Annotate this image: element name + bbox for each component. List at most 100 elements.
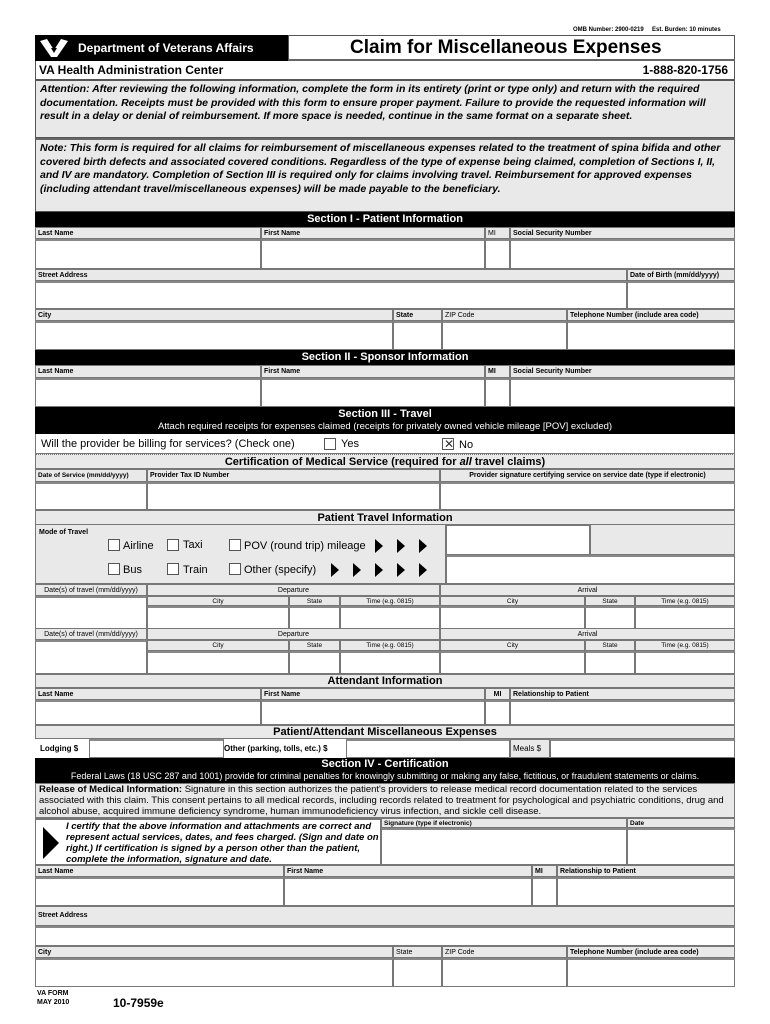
s2-last-name-label: Last Name [35,365,261,378]
certify-text: I certify that the above information and… [66,821,379,865]
s4-zip-field[interactable] [442,958,567,987]
trip2-dep-state-field[interactable] [289,651,340,674]
section4-title: Section IV - Certification [321,758,449,770]
center-name: VA Health Administration Center [39,63,224,77]
att-first-name-field[interactable] [261,700,485,725]
trip2-dep-state-label: State [289,640,340,651]
trip2-arr-time-field[interactable] [635,651,735,674]
cert-title-emphasis: all [459,456,472,468]
mode-bus-label: Bus [123,564,142,576]
trip2-dep-city-field[interactable] [147,651,289,674]
trip2-arr-state-field[interactable] [585,651,635,674]
s1-zip-field[interactable] [442,321,567,350]
cert-medical-service-header: Certification of Medical Service (requir… [35,454,735,469]
pov-mileage-field[interactable] [446,525,590,555]
s4-mi-label: MI [532,865,557,877]
s4-last-name-field[interactable] [35,877,284,906]
other-specify-field[interactable] [446,555,735,584]
trip2-arr-time-label: Time (e.g. 0815) [635,640,735,651]
trip1-arr-city-label: City [440,596,585,606]
s1-phone-field[interactable] [567,321,735,350]
s1-state-field[interactable] [393,321,442,350]
billing-no-checkbox[interactable] [442,437,455,451]
mode-airline-label: Airline [123,540,154,552]
footer-form-number: 10-7959e [113,996,164,1010]
s1-last-name-field[interactable] [35,239,261,269]
va-logo-icon [40,39,68,57]
section3-header: Section III - Travel Attach required rec… [35,407,735,434]
s1-dob-field[interactable] [627,281,735,309]
s4-city-field[interactable] [35,958,393,987]
trip2-arr-city-label: City [440,640,585,651]
mode-train-checkbox[interactable] [167,563,179,575]
trip1-departure-label: Departure [147,584,440,596]
provider-signature-field[interactable] [440,482,735,510]
mode-train-label: Train [183,564,208,576]
s4-relationship-field[interactable] [557,877,735,906]
att-relationship-field[interactable] [510,700,735,725]
att-last-name-field[interactable] [35,700,261,725]
mode-other-label: Other (specify) [244,564,317,576]
pov-arrow-icon [419,539,427,553]
s4-relationship-label: Relationship to Patient [557,865,735,877]
trip2-dep-time-field[interactable] [340,651,440,674]
form-title-box: Claim for Miscellaneous Expenses [288,35,735,61]
trip1-dep-city-label: City [147,596,289,606]
date-of-service-field[interactable] [35,482,147,510]
trip1-arr-time-label: Time (e.g. 0815) [635,596,735,606]
mode-pov-label: POV (round trip) mileage [244,540,366,552]
s2-mi-field[interactable] [485,378,510,407]
s4-phone-field[interactable] [567,958,735,987]
patient-travel-info-header: Patient Travel Information [35,510,735,525]
mode-taxi-checkbox[interactable] [167,539,179,551]
att-mi-field[interactable] [485,700,510,725]
s4-phone-label: Telephone Number (include area code) [567,946,735,958]
s1-first-name-field[interactable] [261,239,485,269]
meals-field[interactable] [550,739,735,758]
s4-state-field[interactable] [393,958,442,987]
mode-taxi-label: Taxi [183,539,203,551]
center-phone: 1-888-820-1756 [642,63,728,77]
s2-first-name-field[interactable] [261,378,485,407]
trip2-date-label: Date(s) of travel (mm/dd/yyyy) [35,628,147,640]
agency-banner: Department of Veterans Affairs [35,35,288,61]
att-last-name-label: Last Name [35,688,261,700]
mode-of-travel-label: Mode of Travel [39,529,89,536]
s4-mi-field[interactable] [532,877,557,906]
other-arrow-icon [397,563,405,577]
section3-title: Section III - Travel [338,408,432,420]
lodging-field[interactable] [89,739,224,758]
trip2-arr-city-field[interactable] [440,651,585,674]
signature-field[interactable] [381,828,627,865]
cert-title-pre: Certification of Medical Service (requir… [224,456,460,468]
s2-last-name-field[interactable] [35,378,261,407]
cert-date-field[interactable] [627,828,735,865]
s4-street-field[interactable] [35,926,735,946]
pov-arrow-icon [375,539,383,553]
s4-first-name-field[interactable] [284,877,532,906]
mode-bus-checkbox[interactable] [108,563,120,575]
s2-ssn-field[interactable] [510,378,735,407]
s1-ssn-field[interactable] [510,239,735,269]
pov-arrow-icon [397,539,405,553]
trip1-arr-state-label: State [585,596,635,606]
misc-expenses-header: Patient/Attendant Miscellaneous Expenses [35,725,735,739]
s1-mi-field[interactable] [485,239,510,269]
pov-mileage-extra [590,525,735,555]
other-expenses-field[interactable] [346,739,510,758]
att-first-name-label: First Name [261,688,485,700]
mode-pov-checkbox[interactable] [229,539,241,551]
s4-street-label: Street Address [35,906,735,926]
center-row: VA Health Administration Center 1-888-82… [35,61,735,80]
s1-city-field[interactable] [35,321,393,350]
trip2-date-field[interactable] [35,640,147,674]
cert-title-post: travel claims) [471,456,546,468]
section1-header: Section I - Patient Information [35,212,735,227]
mode-other-checkbox[interactable] [229,563,241,575]
mode-airline-checkbox[interactable] [108,539,120,551]
provider-signature-label: Provider signature certifying service on… [440,469,735,482]
provider-tax-id-field[interactable] [147,482,440,510]
billing-yes-label: Yes [341,438,359,450]
billing-yes-checkbox[interactable] [324,438,336,450]
s1-street-field[interactable] [35,281,627,309]
